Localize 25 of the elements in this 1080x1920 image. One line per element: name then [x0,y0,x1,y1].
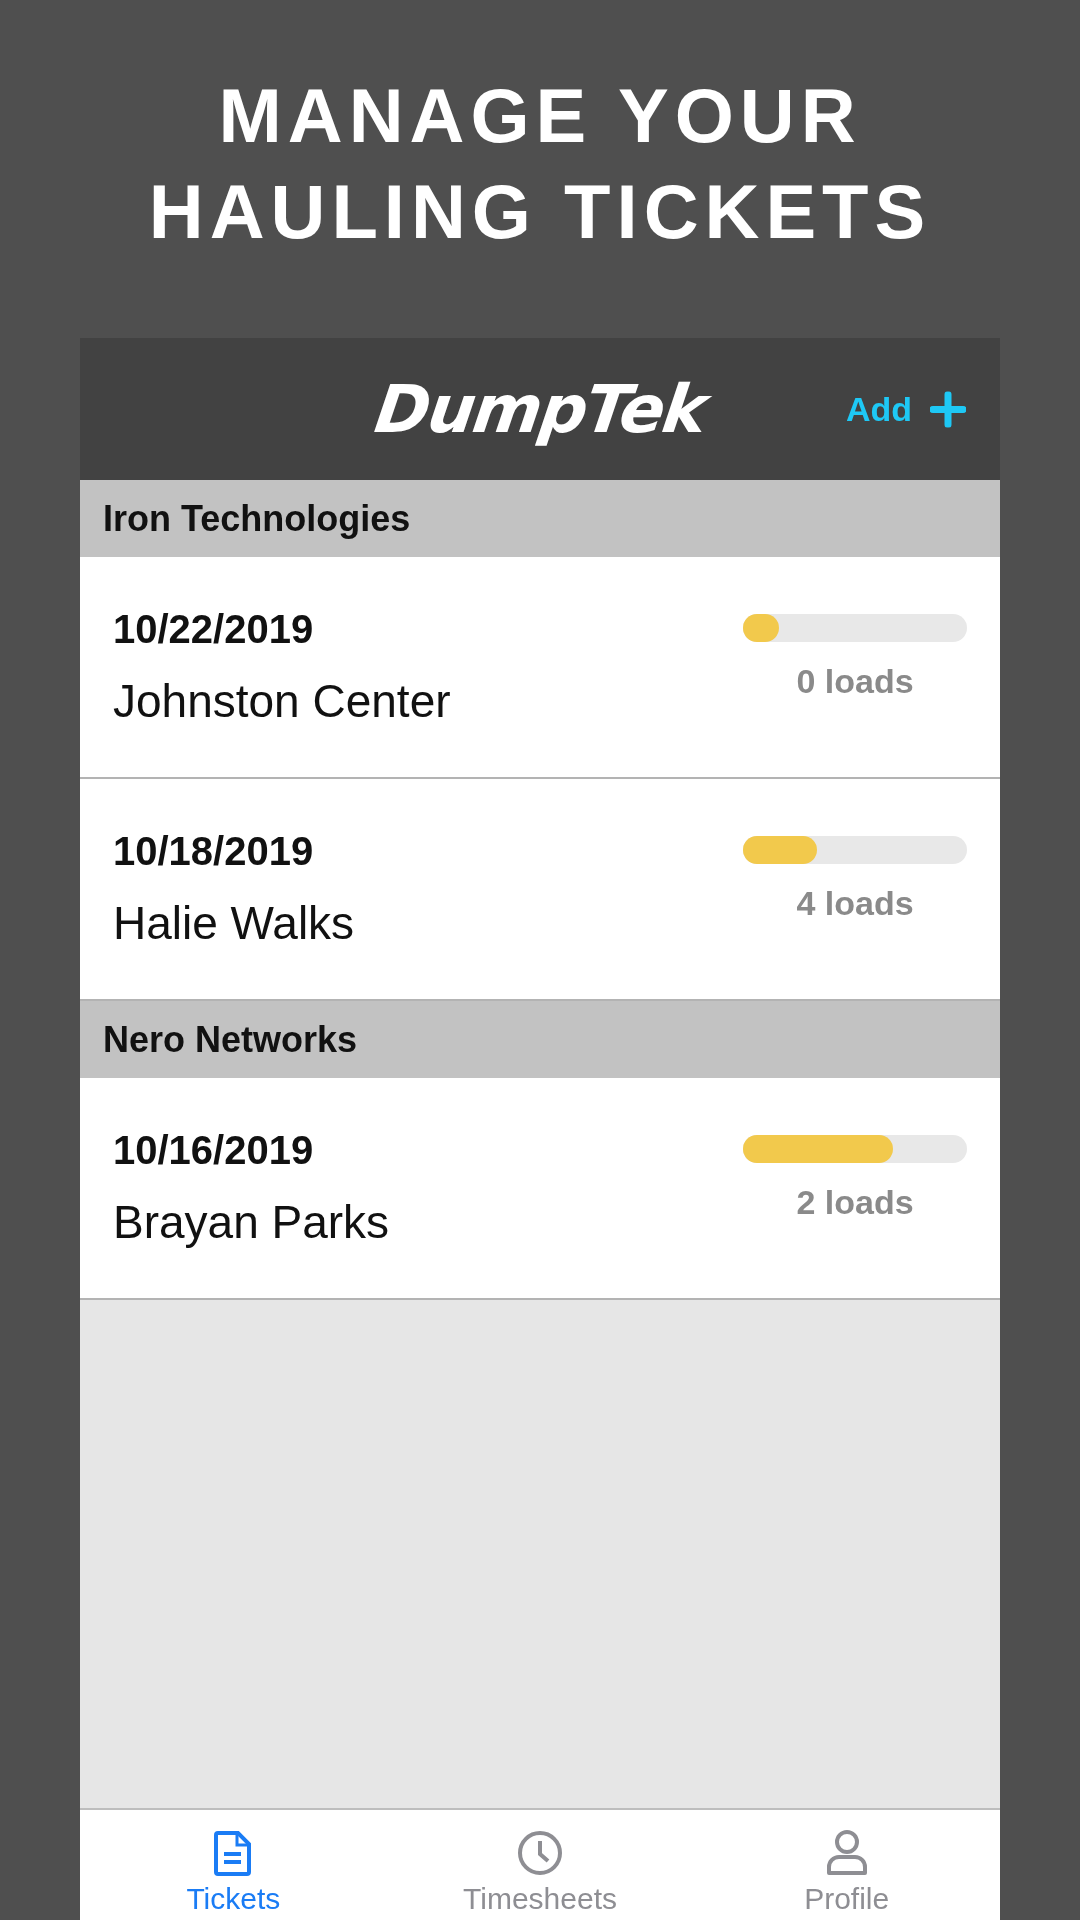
document-icon [214,1830,253,1876]
headline: HAULING TICKETS [148,168,932,256]
ticket-date: 10/18/2019 [113,828,315,874]
add-button[interactable]: Add [841,385,970,433]
ticket-date: 10/16/2019 [113,1127,315,1173]
headline: MANAGE YOUR [218,72,862,160]
plus-icon [930,391,966,427]
tab[interactable]: Profile [693,1810,1000,1920]
logo: DumpTek [370,370,710,448]
ticket-row[interactable]: 10/22/2019 Johnston Center 0 loads [80,557,1000,779]
ticket-row[interactable]: 10/16/2019 Brayan Parks 2 loads [80,1078,1000,1300]
section-header: Nero Networks [80,1001,1000,1078]
load-count: 2 loads [796,1182,914,1222]
ticket-date: 10/22/2019 [113,606,315,652]
tab[interactable]: Tickets [80,1810,387,1920]
load-count: 4 loads [796,883,914,923]
person-icon [825,1830,868,1876]
clock-icon [517,1830,563,1876]
section-header: Iron Technologies [80,480,1000,557]
tab[interactable]: Timesheets [386,1810,694,1920]
ticket-row[interactable]: 10/18/2019 Halie Walks 4 loads [80,779,1000,1001]
ticket-name: Johnston Center [113,673,452,728]
ticket-name: Halie Walks [113,895,356,950]
ticket-name: Brayan Parks [113,1194,391,1249]
load-count: 0 loads [796,661,914,701]
